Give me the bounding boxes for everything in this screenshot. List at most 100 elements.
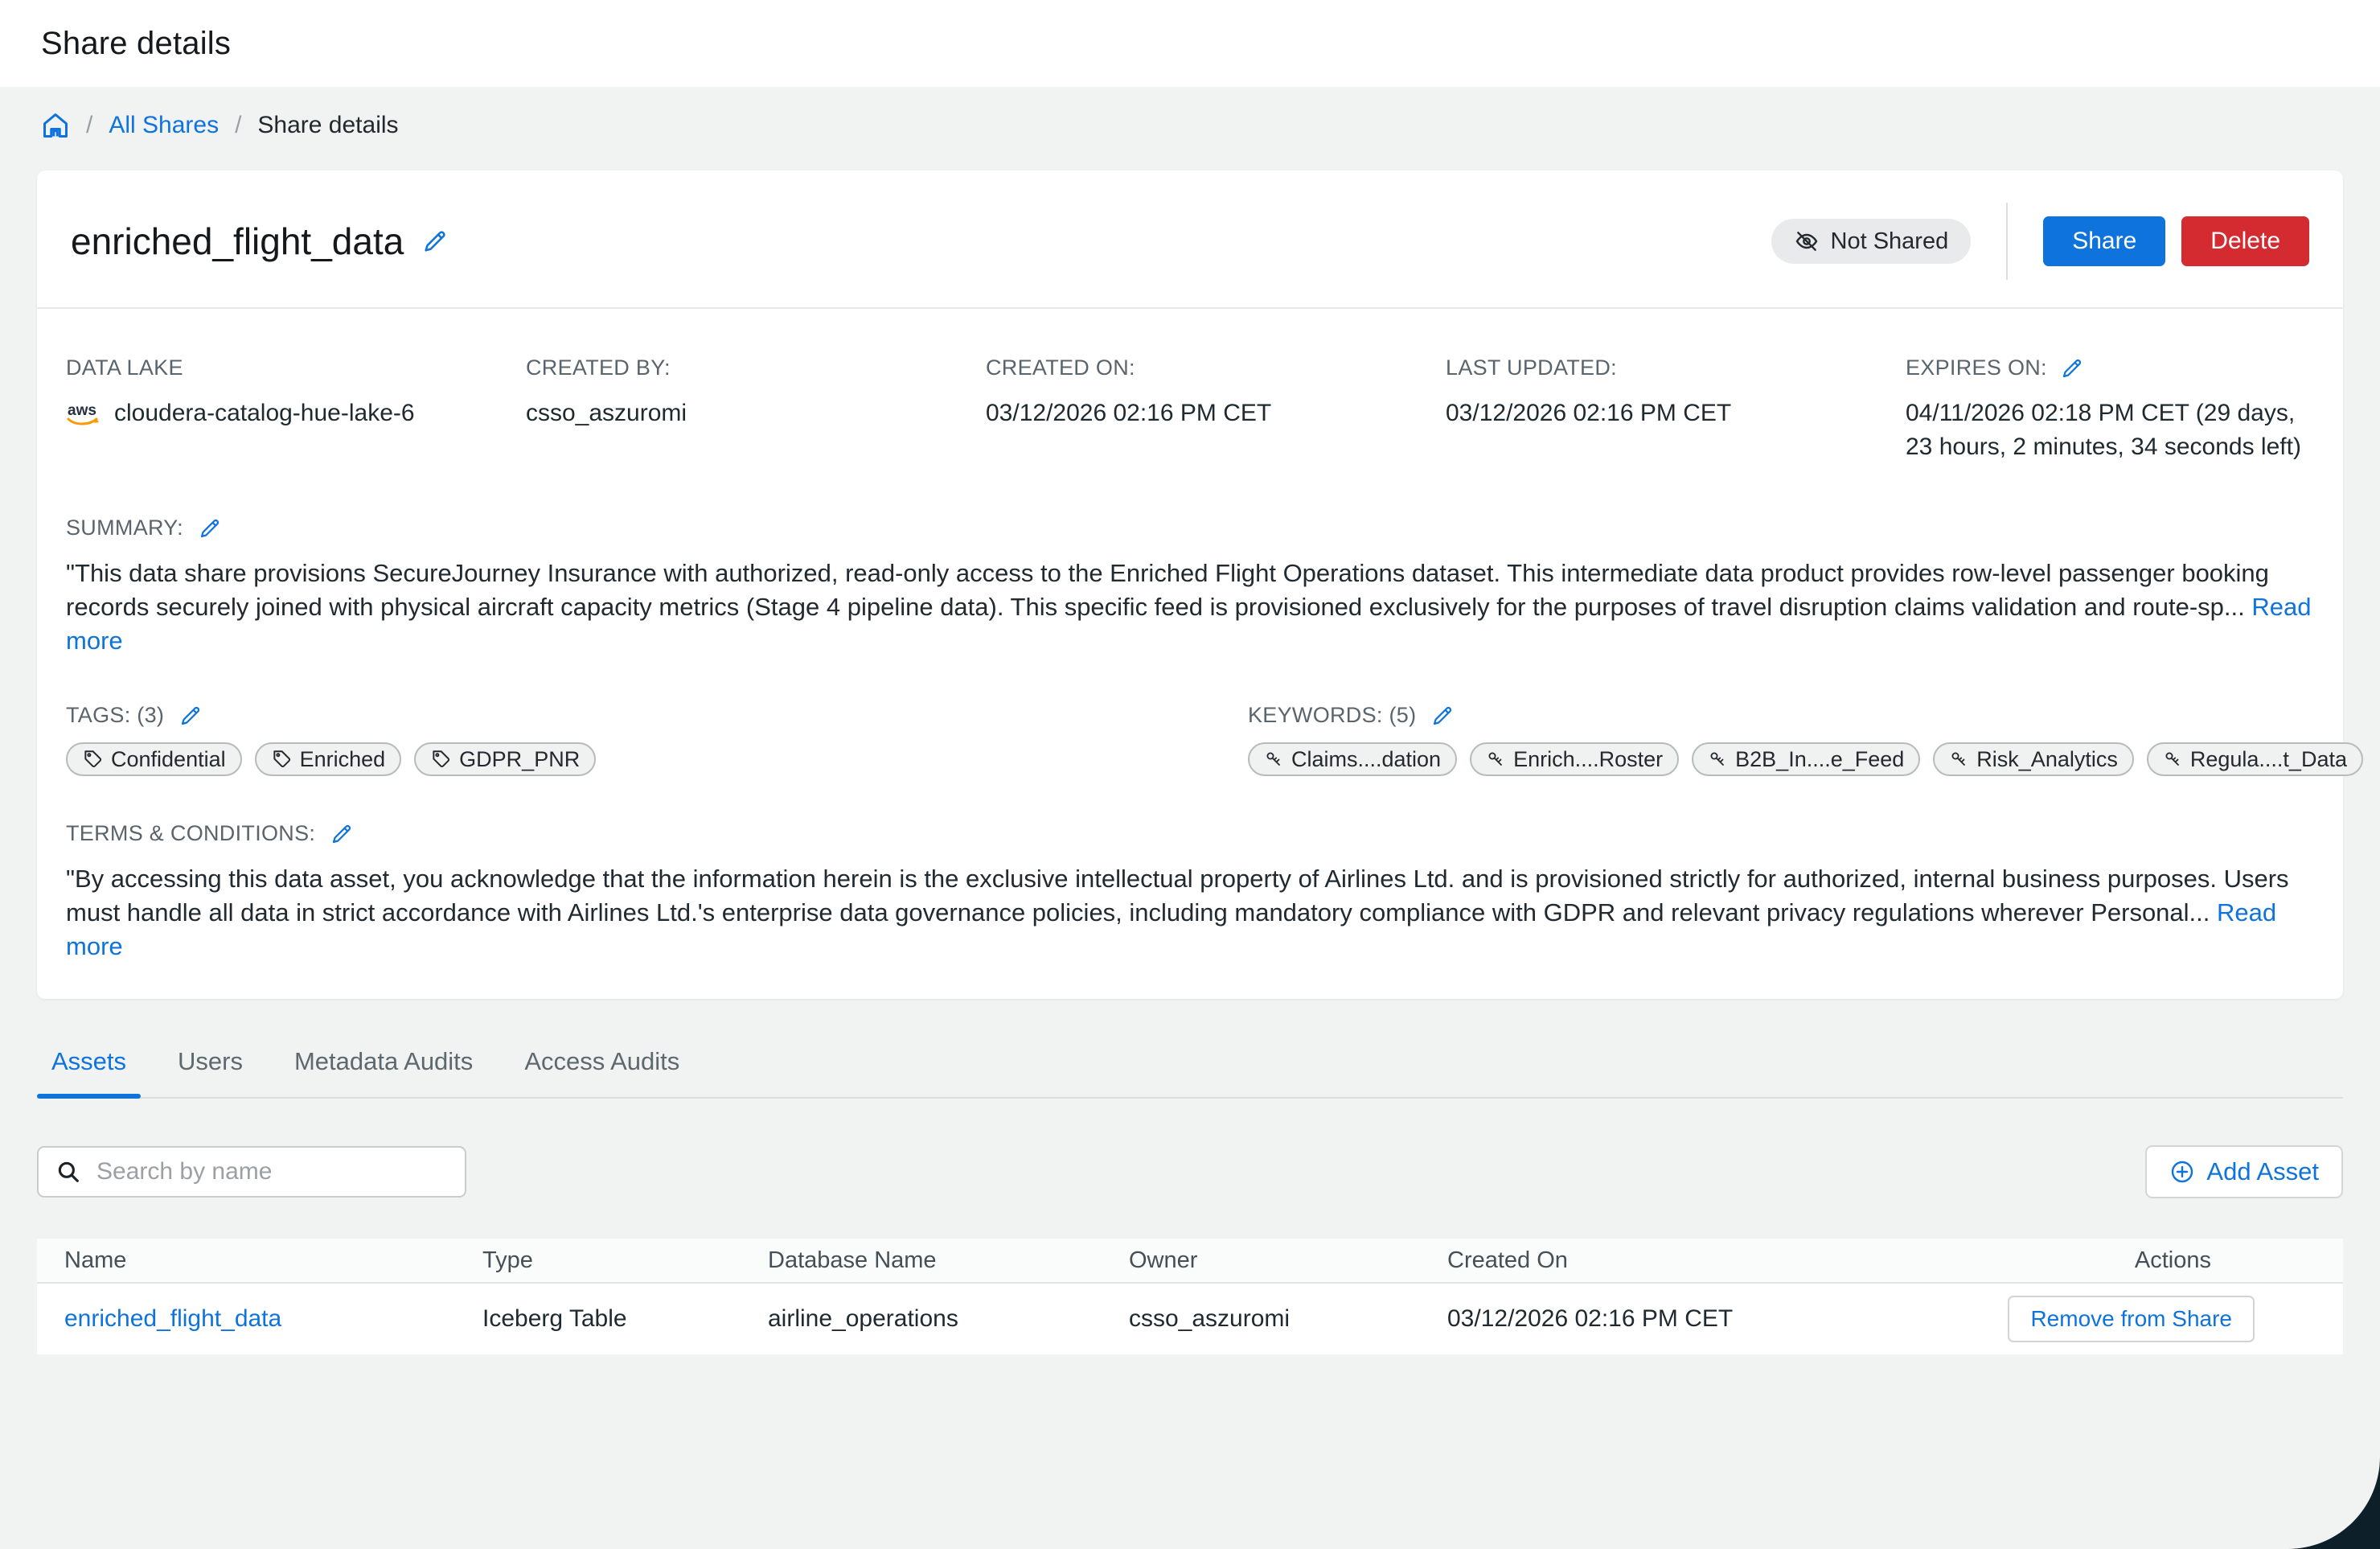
column-header-database: Database Name — [768, 1247, 1129, 1274]
keyword-chip: B2B_In....e_Feed — [1692, 742, 1920, 776]
column-header-name: Name — [64, 1247, 482, 1274]
asset-owner: csso_aszuromi — [1129, 1305, 1447, 1333]
share-detail-card: enriched_flight_data — [37, 171, 2343, 999]
key-icon — [1264, 750, 1283, 769]
tag-icon — [82, 749, 103, 770]
keywords-label: KEYWORDS: (5) — [1248, 703, 1416, 728]
search-icon — [55, 1158, 82, 1185]
key-icon — [1486, 750, 1505, 769]
edit-terms-pencil-icon[interactable] — [330, 822, 354, 846]
terms-text: "By accessing this data asset, you ackno… — [66, 865, 2289, 927]
detail-tabs: Assets Users Metadata Audits Access Audi… — [37, 1047, 2343, 1099]
breadcrumb-separator: / — [86, 112, 92, 139]
tag-chip-label: Enriched — [300, 747, 386, 772]
edit-keywords-pencil-icon[interactable] — [1430, 704, 1455, 728]
table-header: Name Type Database Name Owner Created On… — [37, 1239, 2343, 1284]
status-badge-label: Not Shared — [1831, 228, 1949, 255]
table-row: enriched_flight_data Iceberg Table airli… — [37, 1284, 2343, 1354]
page-header: Share details — [0, 0, 2380, 87]
breadcrumb-all-shares-link[interactable]: All Shares — [109, 112, 219, 139]
keyword-chip-label: Claims....dation — [1291, 747, 1441, 772]
tag-icon — [271, 749, 292, 770]
search-box[interactable] — [37, 1146, 466, 1198]
keyword-chip: Regula....t_Data — [2147, 742, 2363, 776]
delete-button[interactable]: Delete — [2181, 216, 2309, 266]
tag-chip-label: Confidential — [111, 747, 226, 772]
breadcrumb-current: Share details — [257, 112, 398, 139]
expires-on-label: EXPIRES ON: — [1906, 355, 2047, 380]
app-window: Share details / All Shares / Share detai… — [0, 0, 2380, 1549]
column-header-type: Type — [482, 1247, 768, 1274]
edit-tags-pencil-icon[interactable] — [178, 704, 203, 728]
tab-metadata-audits[interactable]: Metadata Audits — [280, 1047, 487, 1097]
tag-chip: Enriched — [255, 742, 402, 776]
terms-label: TERMS & CONDITIONS: — [66, 821, 315, 846]
meta-last-updated: LAST UPDATED: 03/12/2026 02:16 PM CET — [1446, 355, 1906, 464]
created-by-label: CREATED BY: — [526, 355, 986, 380]
column-header-owner: Owner — [1129, 1247, 1447, 1274]
meta-created-by: CREATED BY: csso_aszuromi — [526, 355, 986, 464]
key-icon — [1708, 750, 1727, 769]
keyword-chip: Risk_Analytics — [1933, 742, 2134, 776]
key-icon — [2163, 750, 2182, 769]
keyword-chip-label: B2B_In....e_Feed — [1735, 747, 1904, 772]
meta-data-lake: DATA LAKE aws cloudera-catalog-hue-lake-… — [66, 355, 526, 464]
summary-label: SUMMARY: — [66, 516, 183, 540]
summary-section: SUMMARY: "This data share provisions Sec… — [66, 516, 2314, 658]
column-header-actions: Actions — [1946, 1247, 2343, 1274]
last-updated-label: LAST UPDATED: — [1446, 355, 1906, 380]
remove-from-share-button[interactable]: Remove from Share — [2008, 1296, 2255, 1342]
tag-chip: Confidential — [66, 742, 242, 776]
data-lake-label: DATA LAKE — [66, 355, 526, 380]
tab-access-audits[interactable]: Access Audits — [510, 1047, 694, 1097]
add-asset-button[interactable]: Add Asset — [2145, 1145, 2343, 1198]
asset-created-on: 03/12/2026 02:16 PM CET — [1447, 1305, 1946, 1333]
metadata-row: DATA LAKE aws cloudera-catalog-hue-lake-… — [66, 355, 2314, 464]
share-button[interactable]: Share — [2043, 216, 2165, 266]
tags-keywords-row: TAGS: (3) — [66, 703, 2314, 776]
meta-created-on: CREATED ON: 03/12/2026 02:16 PM CET — [986, 355, 1446, 464]
meta-expires-on: EXPIRES ON: 04/11/2026 02:18 PM CET (29 … — [1906, 355, 2316, 464]
key-icon — [1949, 750, 1968, 769]
assets-table: Name Type Database Name Owner Created On… — [37, 1239, 2343, 1354]
status-badge: Not Shared — [1771, 219, 1972, 264]
keyword-chip: Claims....dation — [1248, 742, 1457, 776]
search-input[interactable] — [96, 1158, 449, 1185]
add-asset-button-label: Add Asset — [2206, 1157, 2319, 1186]
asset-name-link[interactable]: enriched_flight_data — [64, 1305, 281, 1332]
eye-off-icon — [1794, 228, 1820, 254]
keyword-chip-label: Regula....t_Data — [2190, 747, 2347, 772]
created-on-value: 03/12/2026 02:16 PM CET — [986, 396, 1446, 430]
aws-icon: aws — [66, 399, 103, 428]
share-name-title: enriched_flight_data — [71, 220, 404, 263]
created-on-label: CREATED ON: — [986, 355, 1446, 380]
keywords-section: KEYWORDS: (5) — [1248, 703, 2363, 776]
tab-assets[interactable]: Assets — [37, 1047, 141, 1097]
assets-toolbar: Add Asset — [37, 1145, 2343, 1198]
edit-summary-pencil-icon[interactable] — [198, 516, 222, 540]
data-lake-value: cloudera-catalog-hue-lake-6 — [114, 396, 415, 430]
summary-text: "This data share provisions SecureJourne… — [66, 559, 2269, 621]
tag-icon — [430, 749, 451, 770]
terms-section: TERMS & CONDITIONS: "By accessing this d… — [66, 821, 2314, 964]
tag-chip-label: GDPR_PNR — [459, 747, 580, 772]
created-by-value: csso_aszuromi — [526, 396, 986, 430]
tab-users[interactable]: Users — [163, 1047, 257, 1097]
asset-type: Iceberg Table — [482, 1305, 768, 1333]
breadcrumb-separator: / — [235, 112, 241, 139]
asset-database: airline_operations — [768, 1305, 1129, 1333]
header-divider — [2006, 203, 2008, 280]
tags-label: TAGS: (3) — [66, 703, 164, 728]
column-header-created-on: Created On — [1447, 1247, 1946, 1274]
home-icon[interactable] — [41, 111, 70, 140]
edit-expires-pencil-icon[interactable] — [2060, 356, 2084, 380]
svg-text:aws: aws — [68, 402, 96, 419]
keyword-chip: Enrich....Roster — [1470, 742, 1679, 776]
tags-section: TAGS: (3) — [66, 703, 1248, 776]
page-title: Share details — [41, 26, 231, 62]
tag-chip: GDPR_PNR — [414, 742, 596, 776]
plus-circle-icon — [2169, 1159, 2195, 1185]
keyword-chip-label: Risk_Analytics — [1976, 747, 2118, 772]
keyword-chip-label: Enrich....Roster — [1513, 747, 1663, 772]
edit-name-pencil-icon[interactable] — [421, 228, 449, 255]
